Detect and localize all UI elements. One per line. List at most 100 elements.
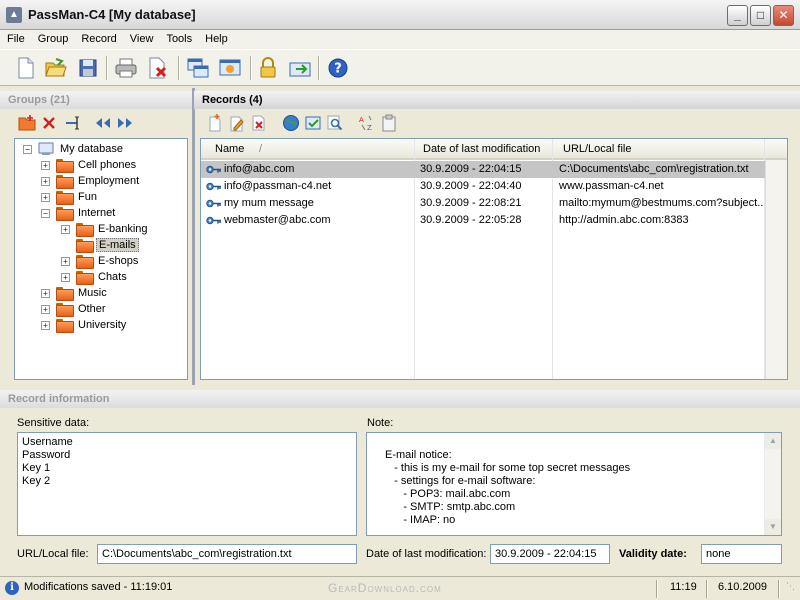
- note-scrollbar[interactable]: ▲ ▼: [764, 433, 781, 535]
- table-row[interactable]: info@passman-c4.net 30.9.2009 - 22:04:40…: [201, 178, 765, 195]
- folder-icon: [56, 319, 74, 333]
- svg-text:A: A: [359, 116, 364, 124]
- toolbar-separator: [178, 56, 180, 80]
- minimize-button[interactable]: _: [727, 5, 748, 26]
- move-left-icon[interactable]: [94, 114, 112, 132]
- collapse-icon[interactable]: −: [41, 208, 50, 218]
- status-message: Modifications saved - 11:19:01: [24, 581, 173, 593]
- tree-item-e-mails[interactable]: E-mails: [76, 237, 139, 253]
- tree-item-e-shops[interactable]: + E-shops: [61, 253, 140, 269]
- sensitive-data-box[interactable]: Username Password Key 1 Key 2: [17, 432, 357, 536]
- close-database-icon[interactable]: [146, 56, 170, 80]
- note-box[interactable]: E-mail notice: - this is my e-mail for s…: [366, 432, 782, 536]
- maximize-button[interactable]: □: [750, 5, 771, 26]
- folder-icon: [56, 191, 74, 205]
- expand-icon[interactable]: +: [41, 176, 50, 186]
- table-row[interactable]: my mum message 30.9.2009 - 22:08:21 mail…: [201, 195, 765, 212]
- groups-tree[interactable]: − My database + Cell phones + Employment +…: [14, 138, 188, 380]
- window-title: PassMan-C4 [My database]: [28, 7, 196, 22]
- print-icon[interactable]: [114, 56, 138, 80]
- url-field[interactable]: C:\Documents\abc_com\registration.txt: [97, 544, 357, 564]
- menu-record[interactable]: Record: [74, 30, 122, 45]
- main-toolbar: ?: [0, 49, 800, 86]
- menu-view[interactable]: View: [123, 30, 160, 45]
- expand-icon[interactable]: +: [41, 304, 50, 314]
- sensitive-data-label: Sensitive data:: [17, 417, 90, 429]
- tree-item-music[interactable]: + Music: [41, 285, 109, 301]
- expand-icon[interactable]: +: [41, 192, 50, 202]
- menu-file[interactable]: File: [0, 30, 31, 45]
- windows-icon[interactable]: [186, 56, 210, 80]
- column-date[interactable]: Date of last modification: [423, 143, 540, 155]
- tree-item-other[interactable]: + Other: [41, 301, 108, 317]
- copy-record-icon[interactable]: [304, 114, 322, 132]
- records-scrollbar[interactable]: [765, 160, 787, 379]
- search-record-icon[interactable]: [326, 114, 344, 132]
- url-label: URL/Local file:: [17, 548, 89, 560]
- export-icon[interactable]: [288, 56, 312, 80]
- help-icon[interactable]: ?: [326, 56, 350, 80]
- date-label: Date of last modification:: [366, 548, 487, 560]
- lock-icon[interactable]: [256, 56, 280, 80]
- scroll-up-icon[interactable]: ▲: [765, 433, 781, 449]
- menu-help[interactable]: Help: [198, 30, 234, 45]
- edit-record-icon[interactable]: [228, 114, 246, 132]
- svg-text:?: ?: [334, 62, 342, 77]
- status-divider: [656, 580, 658, 598]
- close-button[interactable]: ✕: [773, 5, 794, 26]
- save-icon[interactable]: [76, 56, 100, 80]
- tree-item-internet[interactable]: − Internet: [41, 205, 117, 221]
- collapse-icon[interactable]: −: [23, 144, 32, 154]
- tree-item-university[interactable]: + University: [41, 317, 128, 333]
- tree-item-employment[interactable]: + Employment: [41, 173, 141, 189]
- tree-item-fun[interactable]: + Fun: [41, 189, 99, 205]
- key-icon: [206, 182, 221, 191]
- new-database-icon[interactable]: [14, 56, 38, 80]
- folder-icon: [76, 271, 94, 285]
- clipboard-icon[interactable]: [380, 114, 398, 132]
- panel-splitter[interactable]: [192, 88, 195, 385]
- key-icon: [206, 165, 221, 174]
- open-database-icon[interactable]: [44, 56, 68, 80]
- desktop-icon[interactable]: [218, 56, 242, 80]
- folder-icon: [56, 287, 74, 301]
- column-url[interactable]: URL/Local file: [563, 143, 631, 155]
- tree-item-e-banking[interactable]: + E-banking: [61, 221, 150, 237]
- groups-panel-title: Groups (21): [0, 91, 192, 109]
- sort-az-icon[interactable]: AZ: [358, 114, 376, 132]
- tree-root[interactable]: − My database: [23, 141, 125, 157]
- expand-icon[interactable]: +: [61, 256, 70, 266]
- records-panel-title: Records (4): [194, 91, 800, 109]
- folder-icon: [56, 175, 74, 189]
- resize-grip-icon[interactable]: ⋱: [786, 581, 795, 592]
- tree-item-chats[interactable]: + Chats: [61, 269, 129, 285]
- delete-group-icon[interactable]: [40, 114, 58, 132]
- table-row[interactable]: webmaster@abc.com 30.9.2009 - 22:05:28 h…: [201, 212, 765, 229]
- tree-item-cell-phones[interactable]: + Cell phones: [41, 157, 138, 173]
- expand-icon[interactable]: +: [41, 288, 50, 298]
- table-row[interactable]: info@abc.com 30.9.2009 - 22:04:15 C:\Doc…: [201, 161, 765, 178]
- add-group-icon[interactable]: [18, 114, 36, 132]
- menu-tools[interactable]: Tools: [159, 30, 198, 45]
- toolbar-separator: [318, 56, 320, 80]
- validity-field[interactable]: none: [701, 544, 782, 564]
- move-right-icon[interactable]: [116, 114, 134, 132]
- menu-group[interactable]: Group: [31, 30, 75, 45]
- folder-icon: [56, 159, 74, 173]
- open-url-icon[interactable]: [282, 114, 300, 132]
- delete-record-icon[interactable]: [250, 114, 268, 132]
- expand-icon[interactable]: +: [41, 160, 50, 170]
- date-field[interactable]: 30.9.2009 - 22:04:15: [490, 544, 610, 564]
- database-icon: [38, 142, 54, 155]
- groups-toolbar: [10, 110, 190, 136]
- records-list[interactable]: Name / Date of last modification URL/Loc…: [200, 138, 788, 380]
- watermark: GearDownload.com: [328, 581, 442, 595]
- expand-icon[interactable]: +: [61, 272, 70, 282]
- expand-icon[interactable]: +: [41, 320, 50, 330]
- tree-root-label: My database: [60, 143, 123, 155]
- rename-group-icon[interactable]: [64, 114, 82, 132]
- column-name[interactable]: Name: [215, 143, 244, 155]
- new-record-icon[interactable]: [206, 114, 224, 132]
- expand-icon[interactable]: +: [61, 224, 70, 234]
- scroll-down-icon[interactable]: ▼: [765, 519, 781, 535]
